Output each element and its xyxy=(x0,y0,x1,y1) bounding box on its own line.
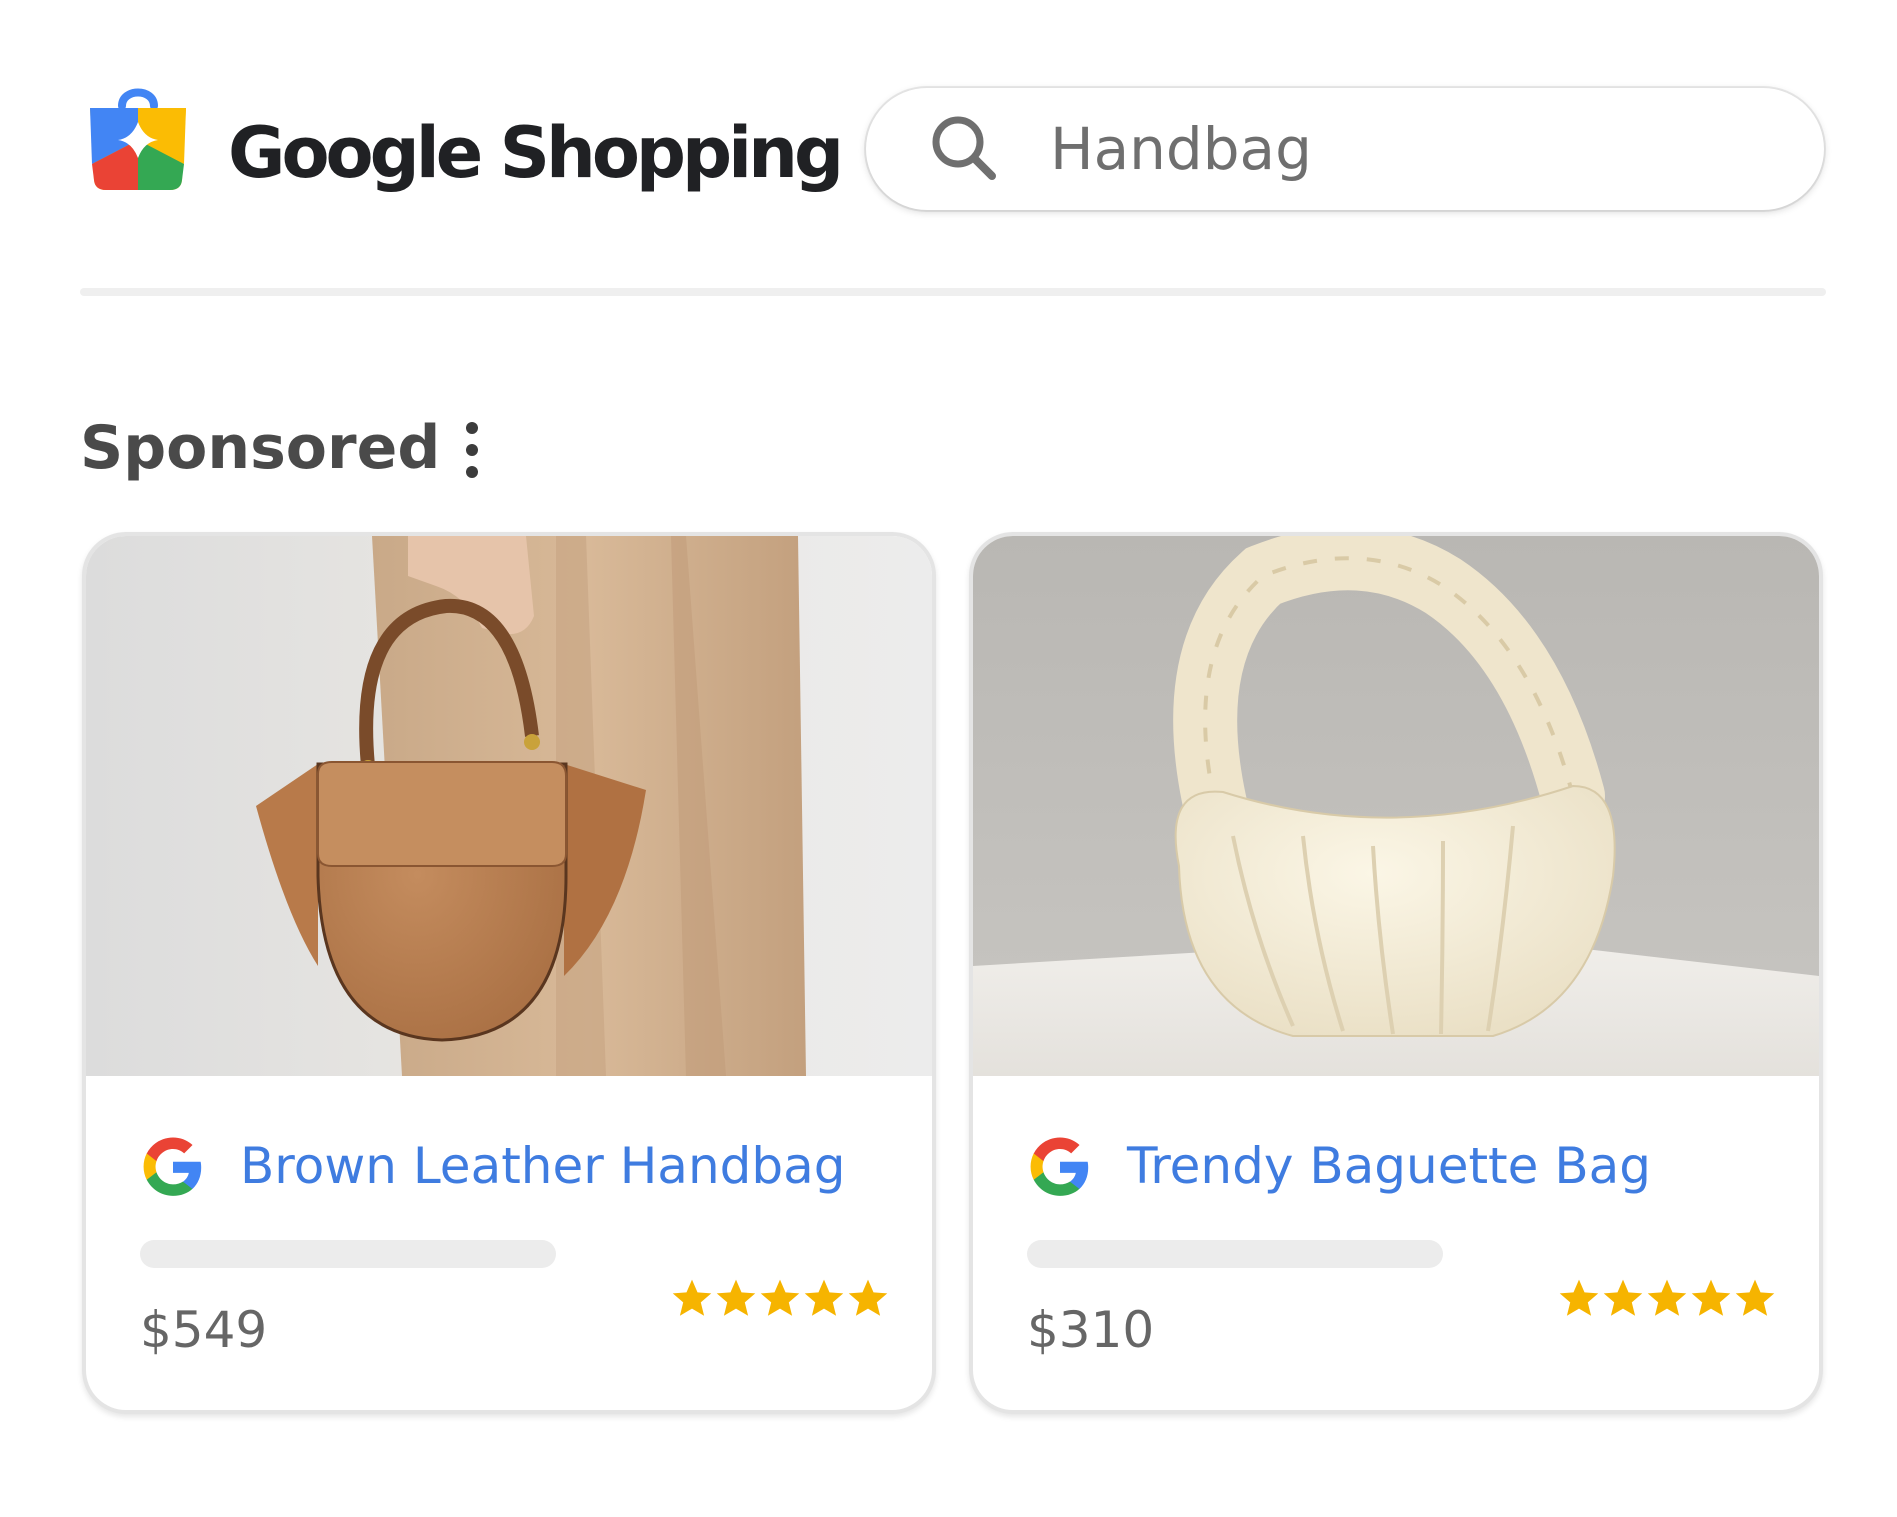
loading-placeholder-bar xyxy=(140,1240,556,1268)
cream-baguette-bag-photo xyxy=(973,536,1819,1076)
star-icon xyxy=(848,1279,888,1316)
google-shopping-bag-logo-icon xyxy=(90,88,186,190)
header-divider xyxy=(80,288,1826,296)
product-price: $310 xyxy=(1027,1301,1155,1359)
star-icon xyxy=(672,1279,712,1316)
rating-stars xyxy=(1557,1276,1777,1320)
sponsored-label: Sponsored xyxy=(80,413,441,483)
google-g-icon xyxy=(143,1137,202,1196)
star-icon xyxy=(760,1279,800,1316)
product-card-brown-leather-handbag[interactable]: Brown Leather Handbag $549 xyxy=(82,532,936,1414)
star-icon xyxy=(1735,1279,1775,1316)
star-icon xyxy=(716,1279,756,1316)
search-icon[interactable] xyxy=(928,112,1000,184)
google-g-icon xyxy=(1030,1137,1089,1196)
product-title-link[interactable]: Brown Leather Handbag xyxy=(240,1130,846,1202)
rating-stars xyxy=(670,1276,890,1320)
loading-placeholder-bar xyxy=(1027,1240,1443,1268)
product-title-link[interactable]: Trendy Baguette Bag xyxy=(1127,1130,1651,1202)
search-bar[interactable] xyxy=(866,88,1824,210)
star-icon xyxy=(1603,1279,1643,1316)
brown-leather-handbag-photo xyxy=(86,536,932,1076)
star-icon xyxy=(1559,1279,1599,1316)
shopping-page: Google Shopping Sponsored xyxy=(0,0,1897,1517)
product-card-trendy-baguette-bag[interactable]: Trendy Baguette Bag $310 xyxy=(969,532,1823,1414)
product-price: $549 xyxy=(140,1301,268,1359)
search-input[interactable] xyxy=(1050,110,1750,188)
brand-title: Google Shopping xyxy=(228,112,844,194)
more-vert-icon[interactable] xyxy=(460,418,484,482)
star-icon xyxy=(1691,1279,1731,1316)
star-icon xyxy=(804,1279,844,1316)
star-icon xyxy=(1647,1279,1687,1316)
